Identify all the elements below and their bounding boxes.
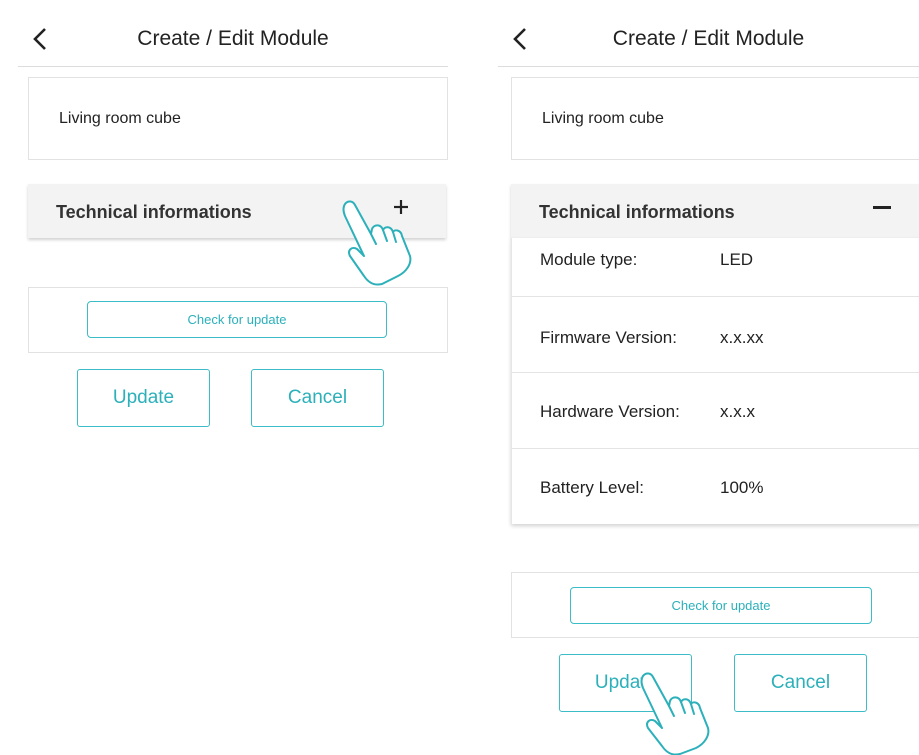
technical-info-panel: Module type: LED Firmware Version: x.x.x… (511, 238, 919, 524)
check-update-button[interactable]: Check for update (570, 587, 872, 624)
technical-informations-label: Technical informations (539, 202, 735, 222)
module-type-label: Module type: (540, 250, 638, 269)
info-row-module-type: Module type: LED (512, 238, 919, 297)
module-name-field[interactable]: Living room cube (28, 77, 448, 160)
module-type-value: LED (720, 250, 754, 269)
page-title: Create / Edit Module (137, 27, 329, 50)
check-update-button[interactable]: Check for update (87, 301, 387, 338)
check-update-container: Check for update (511, 572, 919, 638)
technical-informations-header[interactable]: Technical informations (511, 184, 919, 238)
cancel-button[interactable]: Cancel (251, 369, 384, 427)
module-name-text: Living room cube (59, 110, 181, 127)
pointing-hand-icon (342, 200, 412, 286)
info-row-firmware: Firmware Version: x.x.xx (512, 296, 919, 373)
pointing-hand-icon (640, 672, 710, 755)
right-screen: Create / Edit Module Living room cube Te… (498, 0, 919, 755)
app-header: Create / Edit Module (498, 12, 919, 67)
update-button[interactable]: Update (77, 369, 210, 427)
hardware-version-label: Hardware Version: (540, 402, 680, 421)
app-header: Create / Edit Module (18, 12, 448, 67)
minus-icon[interactable] (873, 206, 891, 209)
left-screen: Create / Edit Module Living room cube Te… (18, 0, 448, 755)
check-update-container: Check for update (28, 287, 448, 353)
page-title: Create / Edit Module (612, 27, 805, 50)
hardware-version-value: x.x.x (720, 402, 755, 421)
firmware-version-value: x.x.xx (720, 328, 764, 347)
module-name-field[interactable]: Living room cube (511, 77, 919, 160)
module-name-text: Living room cube (542, 110, 664, 127)
info-row-hardware: Hardware Version: x.x.x (512, 372, 919, 449)
info-row-battery: Battery Level: 100% (512, 448, 919, 524)
firmware-version-label: Firmware Version: (540, 328, 677, 347)
battery-level-value: 100% (720, 478, 764, 497)
cancel-button[interactable]: Cancel (734, 654, 867, 712)
battery-level-label: Battery Level: (540, 478, 644, 497)
technical-informations-label: Technical informations (56, 202, 252, 222)
